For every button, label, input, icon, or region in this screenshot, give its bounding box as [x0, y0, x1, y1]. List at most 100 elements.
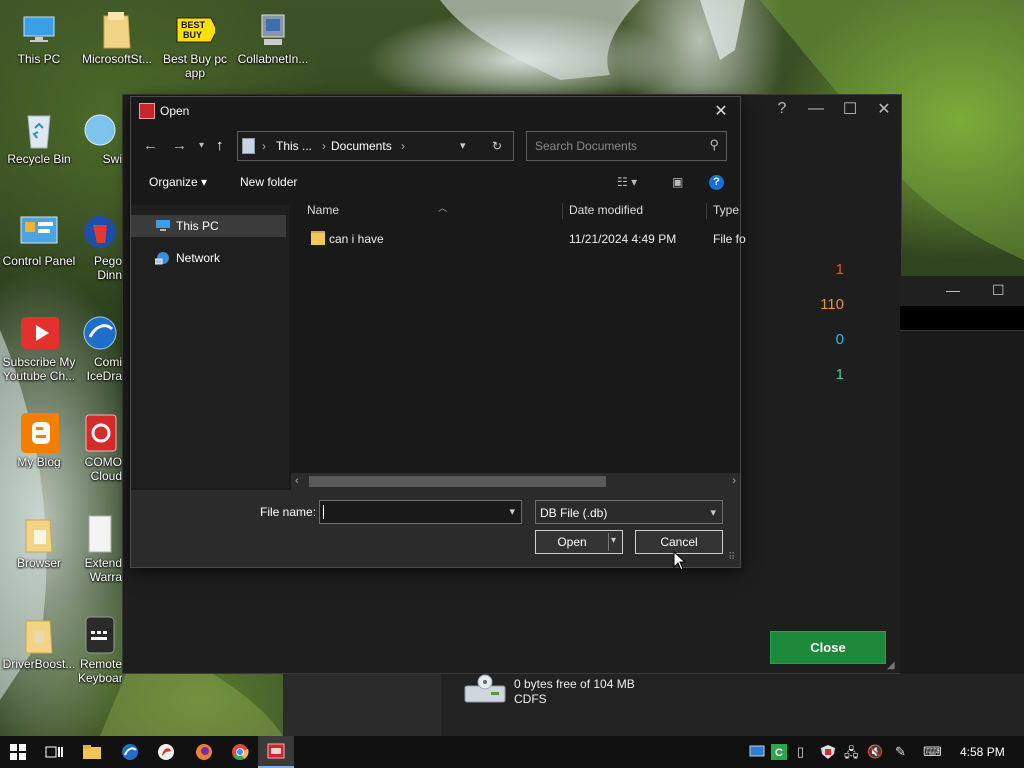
up-arrow-icon[interactable]: ↑ — [216, 137, 224, 154]
resize-grip-icon[interactable]: ◢ — [887, 660, 895, 671]
close-button[interactable]: Close — [770, 631, 886, 664]
breadcrumb-separator-icon: › — [322, 139, 326, 153]
chevron-down-icon[interactable]: ▾ — [509, 505, 515, 518]
back-arrow-icon[interactable]: ← — [143, 137, 158, 154]
breadcrumb-documents[interactable]: Documents — [331, 139, 392, 153]
chevron-down-icon: ▾ — [710, 507, 716, 519]
navigation-pane: This PC Network — [131, 205, 289, 488]
help-icon[interactable]: ? — [765, 95, 799, 123]
desktop-icon-label: This PC — [17, 52, 61, 66]
maximize-icon[interactable]: ☐ — [833, 95, 867, 123]
shield-icon[interactable] — [820, 744, 836, 763]
desktop-icon-recycle-bin[interactable]: Recycle Bin — [0, 110, 78, 166]
preview-pane-icon[interactable]: ▣ — [672, 175, 683, 189]
text-caret — [323, 505, 324, 519]
clock[interactable]: 4:58 PM — [960, 745, 1005, 759]
file-type-select[interactable]: DB File (.db) ▾ — [535, 500, 723, 524]
scrollbar-thumb[interactable] — [309, 476, 606, 487]
this-pc-icon — [19, 10, 59, 50]
maximize-icon[interactable]: ☐ — [992, 282, 1005, 299]
nav-item-this-pc[interactable]: This PC — [131, 215, 286, 237]
touch-keyboard-icon[interactable]: ⌨ — [923, 744, 942, 760]
volume-muted-icon[interactable]: 🔇 — [867, 744, 883, 760]
column-header-type[interactable]: Type — [707, 203, 740, 219]
forward-arrow-icon[interactable]: → — [172, 137, 187, 154]
this-pc-icon — [155, 219, 171, 231]
close-icon[interactable]: ✕ — [867, 95, 901, 123]
file-explorer-icon[interactable] — [74, 736, 110, 768]
address-bar[interactable]: › This ... › Documents › ▾ ↻ — [237, 131, 514, 161]
desktop-icon-microsoft-store[interactable]: MicrosoftSt... — [78, 10, 156, 66]
start-icon[interactable] — [0, 736, 36, 768]
column-header-date[interactable]: Date modified — [563, 203, 707, 219]
organize-button[interactable]: Organize ▾ — [149, 175, 207, 189]
desktop-icon-extend-warranty[interactable]: Extend Warra — [78, 514, 122, 584]
folder-icon — [311, 231, 325, 245]
usb-icon[interactable]: ▯ — [797, 744, 804, 760]
desktop-icon-browser[interactable]: Browser — [0, 514, 78, 570]
minimize-icon[interactable]: — — [946, 282, 960, 298]
task-view-icon[interactable] — [36, 736, 72, 768]
desktop-icon-control-panel[interactable]: Control Panel — [0, 212, 78, 268]
best-buy-icon: BEST BUY — [175, 10, 215, 50]
dragon-browser-icon[interactable] — [148, 736, 184, 768]
db-app-icon[interactable] — [258, 736, 294, 768]
tray-c-icon[interactable]: C — [771, 744, 787, 763]
desktop-icon-collabnet[interactable]: CollabnetIn... — [234, 10, 312, 66]
drive-free-space: 0 bytes free of 104 MB — [514, 677, 635, 691]
column-header-label: Type — [713, 203, 740, 217]
column-header-name[interactable]: Name ︿ — [301, 203, 563, 219]
minimize-icon[interactable]: — — [799, 95, 833, 123]
desktop-icon-label: Extend Warra — [84, 556, 122, 584]
scroll-left-icon[interactable]: ‹ — [295, 475, 299, 487]
icedragon-icon — [80, 313, 120, 353]
desktop-icon-blogger[interactable]: My Blog — [0, 413, 78, 469]
chrome-icon[interactable] — [222, 736, 258, 768]
close-icon[interactable]: ✕ — [702, 97, 740, 125]
firefox-icon[interactable] — [186, 736, 222, 768]
taskbar: C ▯ 🖧 🔇 ✎ ⌨ 4:58 PM — [0, 736, 1024, 768]
search-box[interactable]: ⚲ — [526, 131, 727, 161]
svg-text:BEST: BEST — [181, 20, 206, 30]
network-icon[interactable]: 🖧 — [844, 744, 859, 766]
horizontal-scrollbar[interactable]: ‹ › — [291, 473, 740, 490]
drive-filesystem: CDFS — [514, 692, 547, 706]
breadcrumb-separator-icon: › — [262, 139, 266, 153]
navigation-bar: ← → ▾ ↑ › This ... › Documents › ▾ ↻ ⚲ — [131, 131, 740, 161]
pen-icon[interactable]: ✎ — [895, 744, 906, 760]
view-options-icon[interactable]: ☷ ▾ — [617, 175, 637, 189]
drive-strip-left-panel — [283, 674, 441, 736]
scroll-right-icon[interactable]: › — [732, 475, 736, 487]
recent-locations-chevron-icon[interactable]: ▾ — [199, 140, 204, 151]
desktop-icon-pego[interactable]: Pego Dinn — [78, 212, 122, 282]
desktop-icon-remote-keyboard[interactable]: Remote Keyboard ... — [78, 615, 122, 685]
new-folder-button[interactable]: New folder — [240, 175, 297, 189]
mouse-cursor-icon — [673, 550, 687, 574]
breadcrumb-this-pc[interactable]: This ... — [276, 139, 312, 153]
desktop-icon-icedragon[interactable]: Comi IceDra — [78, 313, 122, 383]
icedragon-taskbar-icon[interactable] — [112, 736, 148, 768]
documents-icon — [242, 138, 255, 154]
file-row[interactable]: can i have 11/21/2024 4:49 PM File fo — [291, 227, 746, 249]
youtube-icon — [19, 313, 59, 353]
desktop-icon-best-buy[interactable]: BEST BUY Best Buy pc app — [156, 10, 234, 80]
search-input[interactable] — [533, 136, 697, 156]
desktop-icon-driverboost[interactable]: DriverBoost... — [0, 615, 78, 671]
column-header-label: Date modified — [569, 203, 644, 217]
desktop-icon-this-pc[interactable]: This PC — [0, 10, 78, 66]
desktop-icon-youtube[interactable]: Subscribe My Youtube Ch... — [0, 313, 78, 383]
desktop-icon-swi[interactable]: Swi — [78, 110, 122, 166]
desktop-icon-label: DriverBoost... — [2, 657, 76, 671]
nav-item-network[interactable]: Network — [131, 247, 286, 269]
help-icon[interactable]: ? — [709, 175, 724, 190]
resize-grip-icon[interactable]: ⠿ — [728, 552, 735, 563]
tray-app-icon[interactable] — [749, 744, 765, 761]
desktop-icon-label: Recycle Bin — [7, 152, 71, 166]
address-dropdown-icon[interactable]: ▾ — [460, 139, 466, 152]
open-button[interactable]: Open ▾ — [535, 530, 623, 554]
desktop-icon-comodo-cloud[interactable]: COMO Cloud — [78, 413, 122, 483]
stat-value-2: 110 — [820, 296, 844, 313]
open-options-chevron-icon[interactable]: ▾ — [611, 535, 616, 546]
file-name-field[interactable]: ▾ — [319, 500, 522, 524]
refresh-icon[interactable]: ↻ — [492, 139, 502, 153]
